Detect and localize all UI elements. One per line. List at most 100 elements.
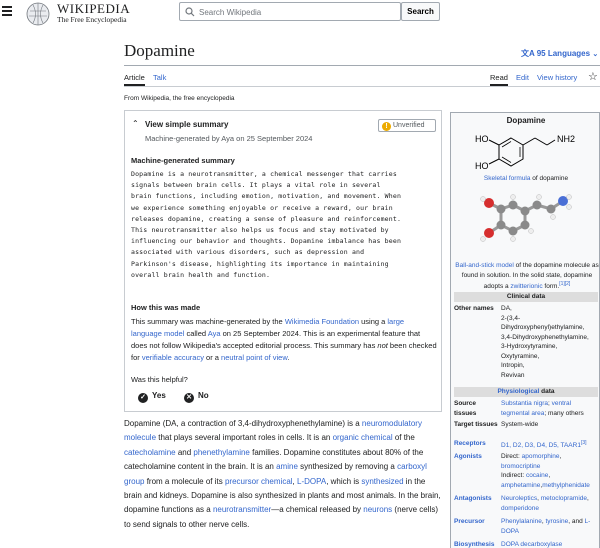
verifiable-accuracy-link[interactable]: verifiable accuracy [142, 353, 204, 362]
para-text: from a molecule of [144, 476, 213, 486]
reference-link[interactable]: [1][2] [559, 281, 570, 287]
how-text: This summary was machine-generated by th… [131, 317, 285, 326]
how-text: . [287, 353, 290, 362]
amine-link[interactable]: amine [276, 462, 298, 471]
tab-view-history[interactable]: View history [537, 73, 577, 82]
bromocriptine-link[interactable]: bromocriptine [501, 463, 540, 470]
precursor-chemical-link[interactable]: precursor chemical [225, 477, 293, 486]
yes-button[interactable]: ✓ Yes [138, 391, 166, 403]
clinical-data-header: Clinical data [454, 292, 598, 302]
para-text: kidneys. Dopamine is also synthesized in… [159, 491, 419, 501]
other-names-list: DA, 2-(3,4- Dihydroxyphenyl)ethylamine, … [501, 304, 599, 380]
zwitterionic-link[interactable]: zwitterionic [510, 283, 542, 290]
neurotransmitter-link[interactable]: neurotransmitter [213, 505, 271, 514]
para-text: synthesized by removing a [297, 462, 398, 472]
value-text: ; many others [544, 409, 584, 417]
receptors-value: D1, D2, D3, D4, D5, TAAR1[3] [501, 439, 599, 451]
receptors-label[interactable]: Receptors [454, 439, 498, 449]
search-icon [185, 7, 195, 17]
neuroleptics-link[interactable]: Neuroleptics [501, 495, 537, 502]
other-name: Intropin, [501, 362, 525, 369]
ball-and-stick-image[interactable] [473, 187, 579, 259]
other-names-label: Other names [454, 305, 494, 312]
organic-chemical-link[interactable]: organic chemical [333, 433, 393, 442]
value-text: Direct: [501, 453, 522, 460]
wikimedia-foundation-link[interactable]: Wikimedia Foundation [285, 317, 359, 326]
para-text: It is an [250, 462, 277, 472]
neutral-point-of-view-link[interactable]: neutral point of view [221, 353, 287, 362]
other-name: 3-Hydroxytyramine, [501, 343, 558, 350]
neurons-link[interactable]: neurons [363, 505, 392, 514]
summary-line: Parkinson's disease, highlighting its im… [131, 259, 389, 268]
summary-text: Dopamine is a neurotransmitter, a chemic… [131, 169, 437, 281]
how-text: using a [359, 317, 388, 326]
tab-article[interactable]: Article [124, 73, 145, 82]
agonists-label[interactable]: Agonists [454, 452, 498, 462]
how-made-heading: How this was made [131, 303, 201, 312]
other-name: 3,4-Dihydroxyphenethylamine, [501, 333, 589, 341]
chevron-up-icon[interactable]: ⌃ [132, 119, 139, 128]
language-selector[interactable]: 文A 95 Languages ⌄ [521, 48, 598, 59]
biosynthesis-label[interactable]: Biosynthesis [454, 540, 498, 548]
ball-and-stick-caption: Ball-and-stick model of the dopamine mol… [455, 261, 599, 292]
phenethylamine-link[interactable]: phenethylamine [193, 448, 249, 457]
machine-generated-label: Machine-generated summary [131, 156, 235, 165]
summary-line: overall brain health and function. [131, 270, 271, 279]
other-name: Dihydroxyphenyl)ethylamine, [501, 324, 585, 331]
skeletal-formula-link[interactable]: Skeletal formula [484, 175, 531, 182]
summary-toggle[interactable]: View simple summary [145, 120, 228, 129]
search-input[interactable] [199, 5, 397, 19]
translate-icon: 文A [521, 49, 535, 58]
page-title: Dopamine [124, 41, 195, 60]
dopa-decarboxylase-link[interactable]: DOPA decarboxylase [501, 541, 562, 548]
search-box [179, 2, 401, 21]
catecholamine-link[interactable]: catecholamine [124, 448, 176, 457]
main-menu-icon[interactable] [2, 6, 12, 16]
unverified-badge: ! Unverified [378, 119, 436, 132]
substantia-nigra-link[interactable]: Substantia nigra [501, 400, 548, 407]
domperidone-link[interactable]: domperidone [501, 505, 539, 512]
tab-talk[interactable]: Talk [153, 73, 166, 82]
phenylalanine-link[interactable]: Phenylalanine [501, 518, 542, 525]
antagonists-label[interactable]: Antagonists [454, 494, 498, 504]
summary-line: associated with various disorders, such … [131, 248, 365, 257]
para-text: that plays several important roles in ce… [156, 433, 320, 443]
metoclopramide-link[interactable]: metoclopramide [541, 495, 587, 502]
warning-icon: ! [382, 122, 391, 131]
other-name: 2-(3,4- [501, 314, 521, 322]
biosynthesis-value: DOPA decarboxylase [501, 540, 599, 548]
para-text: of the [392, 433, 415, 443]
site-header: WIKIPEDIA The Free Encyclopedia Search [0, 0, 600, 26]
cocaine-link[interactable]: cocaine [526, 472, 548, 479]
tab-edit[interactable]: Edit [516, 73, 529, 82]
search-button[interactable]: Search [401, 2, 440, 21]
summary-line: we experience something enjoyable or rec… [131, 203, 393, 212]
skeletal-formula-image[interactable]: HO HO NH2 [469, 128, 587, 174]
reference-link[interactable]: [3] [581, 440, 587, 446]
nh2-label: NH2 [557, 134, 575, 144]
physiological-link[interactable]: Physiological [497, 388, 539, 395]
ball-and-stick-link[interactable]: Ball-and-stick model [455, 262, 514, 269]
target-tissues-label: Target tissues [454, 421, 498, 428]
infobox-title: Dopamine [506, 116, 546, 125]
helpful-prompt: Was this helpful? [131, 375, 188, 384]
receptors-link[interactable]: D1, D2, D3, D4, D5, TAAR1 [501, 442, 581, 449]
tyrosine-link[interactable]: tyrosine [545, 518, 568, 525]
wikipedia-globe-icon[interactable] [26, 2, 50, 26]
other-name: DA, [501, 305, 512, 312]
l-dopa-link[interactable]: L-DOPA [297, 477, 326, 486]
watch-star-icon[interactable]: ☆ [588, 70, 598, 83]
apomorphine-link[interactable]: apomorphine [522, 453, 560, 460]
precursor-label[interactable]: Precursor [454, 517, 498, 527]
antagonists-value: Neuroleptics, metoclopramide, domperidon… [501, 495, 589, 512]
no-button[interactable]: ✕ No [184, 391, 209, 403]
band-text: data [539, 388, 555, 395]
source-tissues-label: Source tissues [454, 400, 477, 417]
wikipedia-tagline: The Free Encyclopedia [57, 15, 127, 24]
aya-link[interactable]: Aya [208, 329, 221, 338]
close-icon: ✕ [184, 393, 194, 403]
synthesized-link[interactable]: synthesized [361, 477, 403, 486]
amphetamine-link[interactable]: amphetamine [501, 482, 540, 489]
tab-read[interactable]: Read [490, 73, 508, 82]
methylphenidate-link[interactable]: methylphenidate [542, 482, 590, 489]
